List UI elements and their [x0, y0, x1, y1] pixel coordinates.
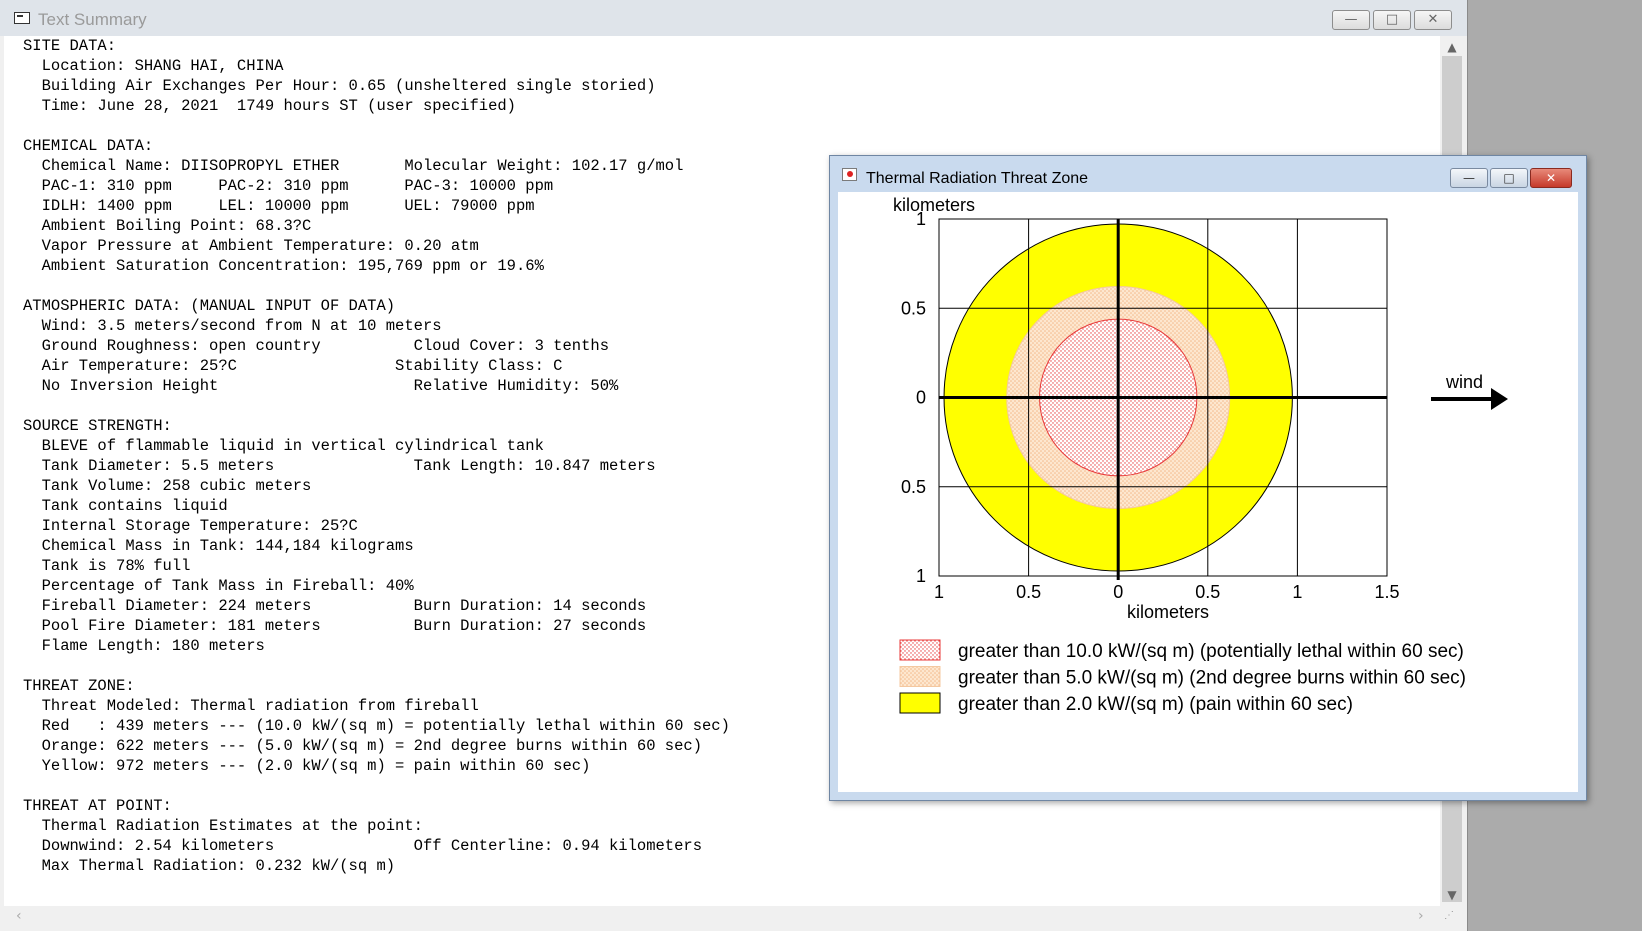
window-app-icon: [14, 12, 30, 24]
resize-grip-icon[interactable]: ⋰: [1444, 910, 1460, 926]
threat-zone-chart: 1 0.5 0 0.5 1 1.510.500.51 kilometers kilomet…: [893, 195, 1508, 715]
legend-label: greater than 10.0 kW/(sq m) (potentially…: [958, 641, 1464, 662]
x-tick-label: 1.5: [1374, 582, 1399, 602]
legend-label: greater than 2.0 kW/(sq m) (pain within …: [958, 694, 1353, 715]
legend-swatch: [899, 639, 941, 661]
x-tick-label: 0: [1113, 582, 1123, 602]
scroll-left-icon[interactable]: ‹: [16, 908, 22, 924]
scroll-right-icon[interactable]: ›: [1418, 908, 1424, 924]
close-button[interactable]: ✕: [1414, 10, 1452, 30]
text-summary-body: SITE DATA: Location: SHANG HAI, CHINA Bu…: [23, 37, 730, 875]
x-tick-label: 1: [1292, 582, 1302, 602]
threat-zone-plot-area: 1 0.5 0 0.5 1 1.5 1 0.5 0 0.5 1 kilometers kilomet…: [838, 192, 1578, 792]
horizontal-scrollbar[interactable]: ‹ ›: [4, 906, 1440, 927]
threat-zone-titlebar[interactable]: Thermal Radiation Threat Zone — □ ✕: [830, 156, 1586, 188]
text-summary-titlebar[interactable]: Text Summary — □ ✕: [0, 0, 1467, 36]
legend-label: greater than 5.0 kW/(sq m) (2nd degree b…: [958, 668, 1466, 689]
text-summary-title: Text Summary: [38, 10, 147, 29]
maximize-button[interactable]: □: [1373, 10, 1411, 30]
legend-swatch: [899, 666, 941, 687]
y-axis-label: kilometers: [893, 195, 975, 215]
x-axis-label: kilometers: [1127, 602, 1209, 622]
x-tick-label: 0.5: [1016, 582, 1041, 602]
scroll-down-icon[interactable]: ▼: [1444, 888, 1460, 902]
close-button[interactable]: ✕: [1530, 168, 1572, 188]
legend-swatch: [899, 692, 941, 714]
threat-zone-window: Thermal Radiation Threat Zone — □ ✕ 1 0.…: [829, 155, 1587, 801]
x-tick-label: 0.5: [1195, 582, 1220, 602]
y-tick-label: 1: [916, 566, 926, 586]
x-tick-label: 1: [934, 582, 944, 602]
y-tick-label: 0: [916, 388, 926, 408]
minimize-button[interactable]: —: [1332, 10, 1370, 30]
y-tick-label: 0.5: [901, 298, 926, 318]
threat-zone-app-icon: [842, 168, 857, 181]
maximize-button[interactable]: □: [1490, 168, 1528, 188]
scroll-up-icon[interactable]: ▲: [1444, 40, 1460, 54]
y-tick-label: 0.5: [901, 477, 926, 497]
threat-zone-title: Thermal Radiation Threat Zone: [866, 170, 1089, 187]
minimize-button[interactable]: —: [1450, 168, 1488, 188]
wind-label: wind: [1445, 372, 1483, 392]
